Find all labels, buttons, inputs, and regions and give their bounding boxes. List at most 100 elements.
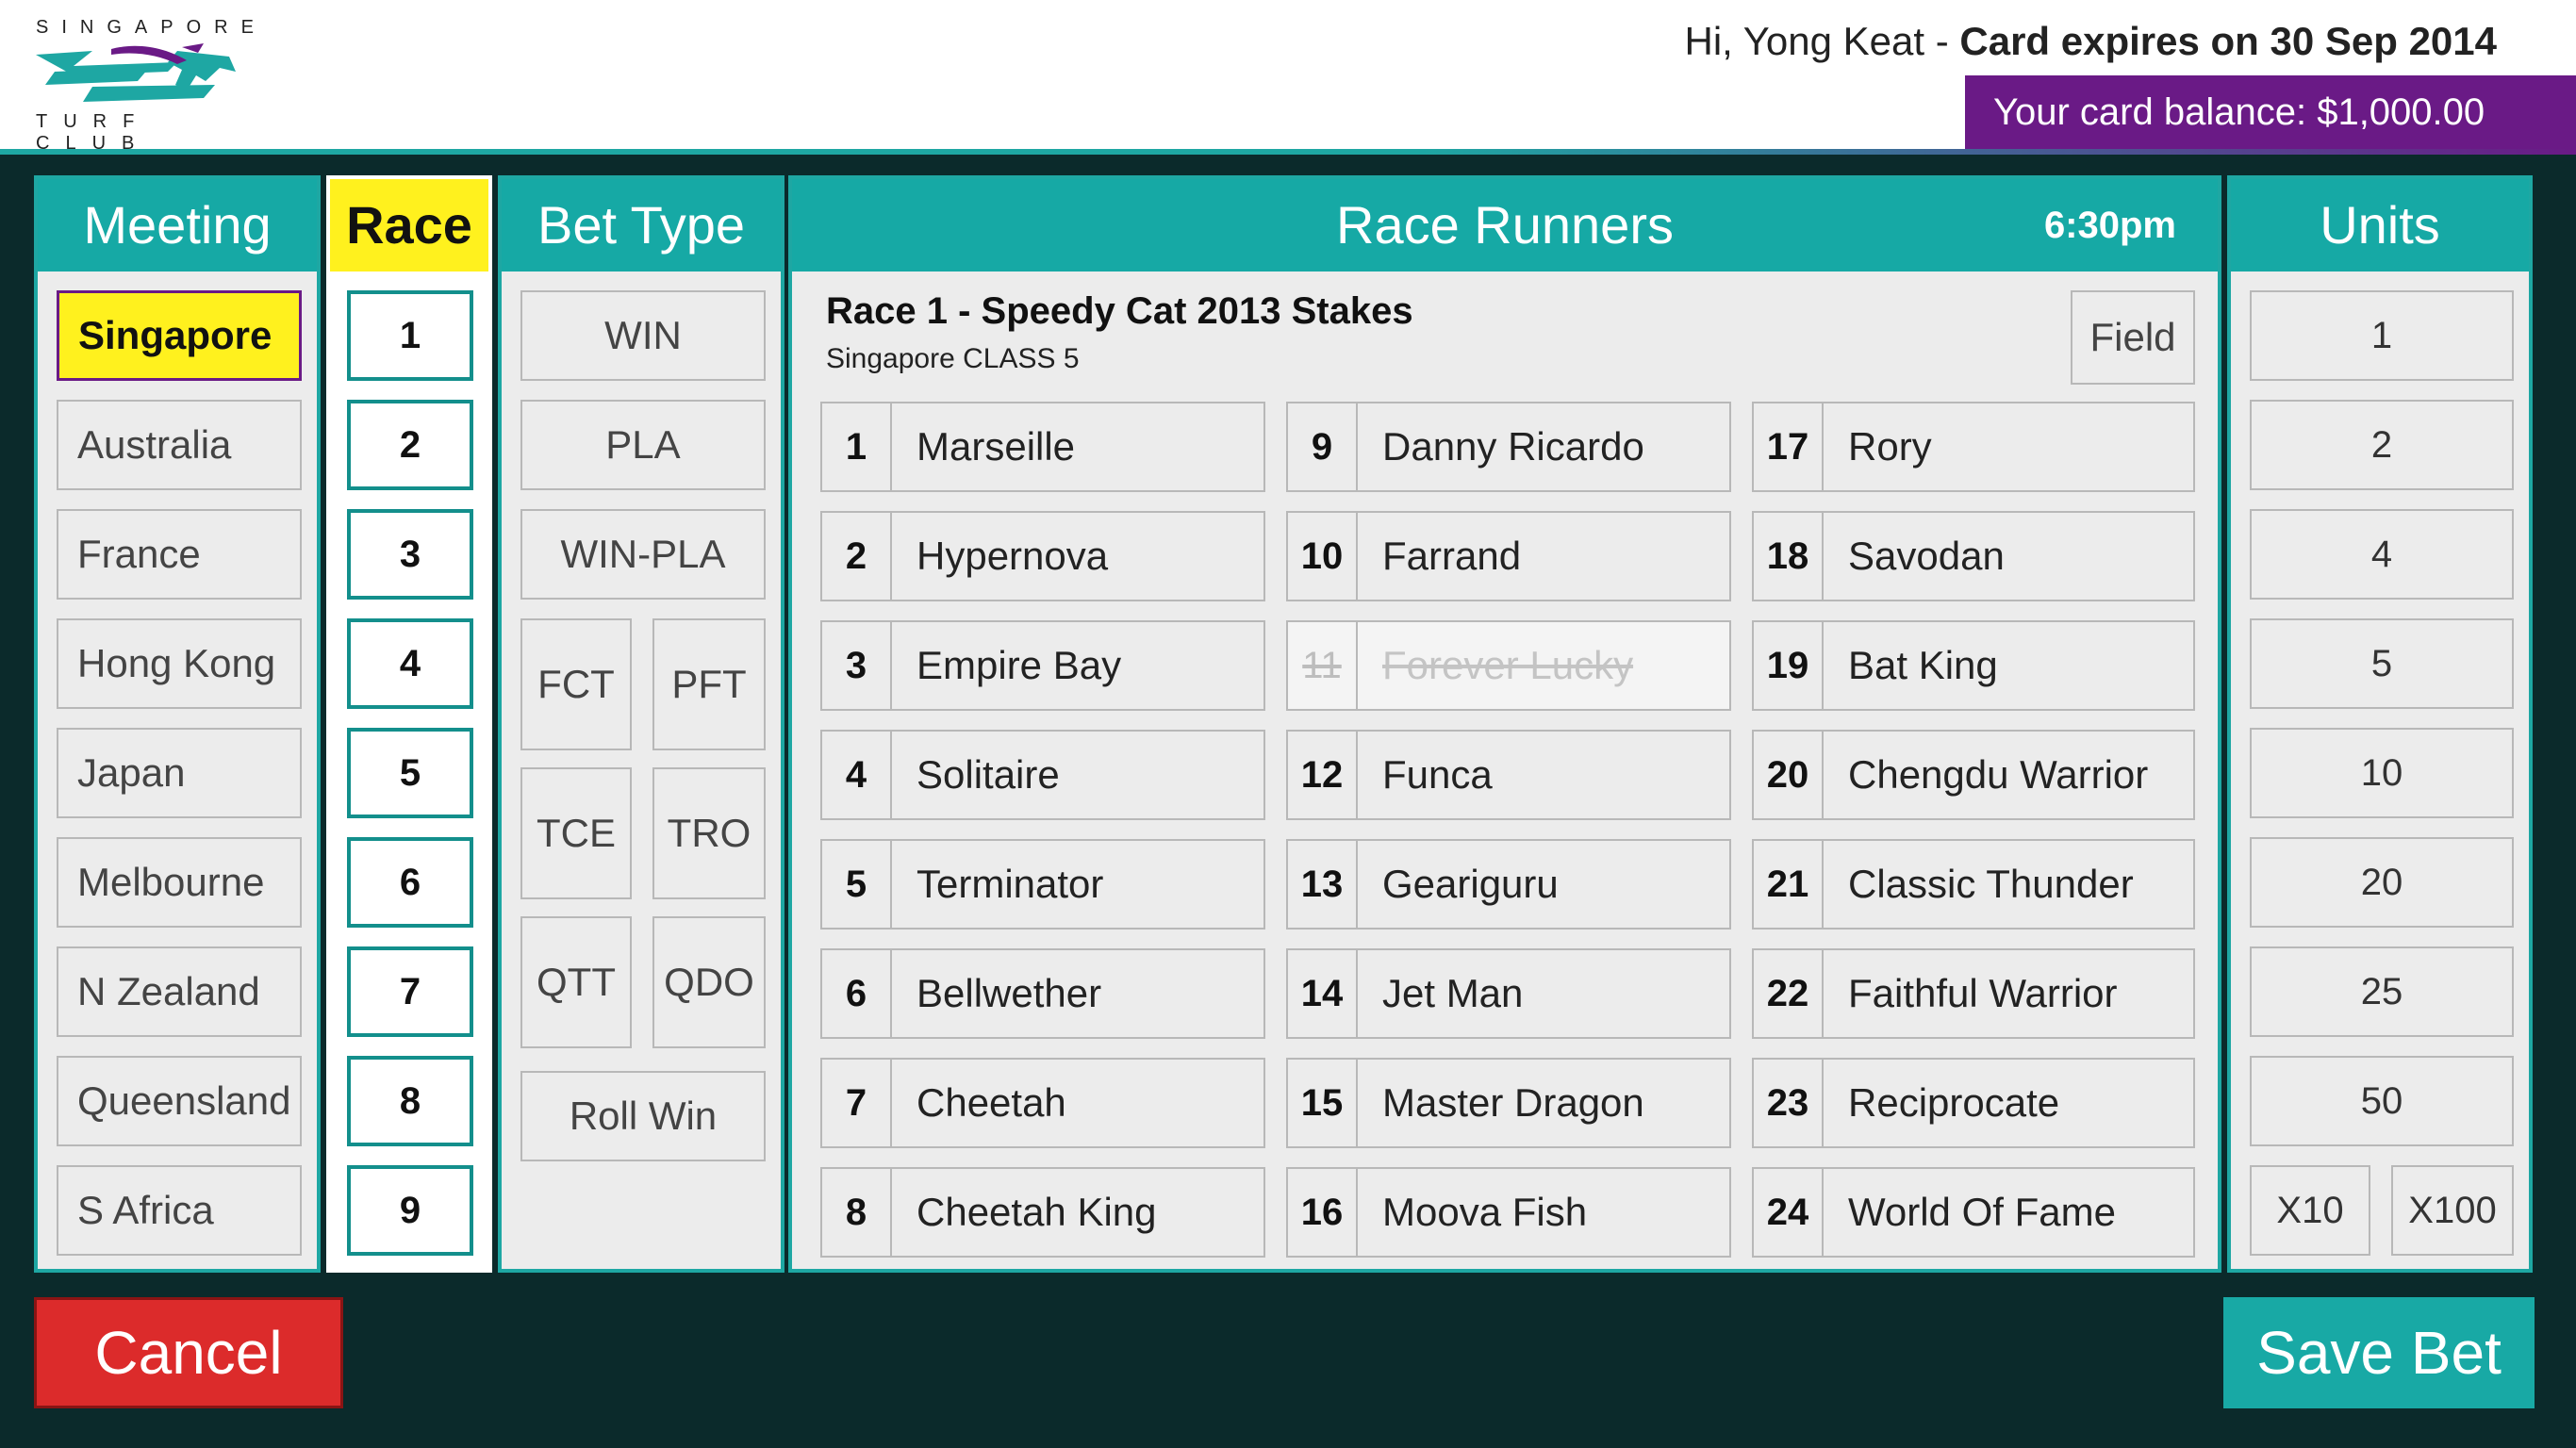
runner-number: 13: [1288, 841, 1358, 928]
runner-number: 2: [822, 513, 892, 600]
bet-tro-button[interactable]: TRO: [652, 767, 766, 899]
bet-win-pla-button[interactable]: WIN-PLA: [520, 509, 766, 600]
bet-win-button[interactable]: WIN: [520, 290, 766, 381]
bet-fct-button[interactable]: FCT: [520, 618, 632, 750]
race-panel: Race 1 2 3 4 5 6 7 8 9: [326, 175, 492, 1273]
runner-number: 1: [822, 403, 892, 490]
runner-8[interactable]: 8 Cheetah King: [820, 1167, 1265, 1258]
runner-name: Rory: [1848, 424, 1932, 469]
unit-50-button[interactable]: 50: [2250, 1056, 2514, 1146]
bet-roll-win-button[interactable]: Roll Win: [520, 1071, 766, 1161]
runner-20[interactable]: 20 Chengdu Warrior: [1752, 730, 2195, 820]
runner-11-scratched: 11 Forever Lucky: [1286, 620, 1731, 711]
runner-24[interactable]: 24 World Of Fame: [1752, 1167, 2195, 1258]
runner-13[interactable]: 13 Geariguru: [1286, 839, 1731, 930]
runner-number: 17: [1754, 403, 1824, 490]
runner-name: Jet Man: [1382, 971, 1524, 1015]
runner-16[interactable]: 16 Moova Fish: [1286, 1167, 1731, 1258]
bet-qdo-button[interactable]: QDO: [652, 916, 766, 1048]
unit-25-button[interactable]: 25: [2250, 946, 2514, 1037]
logo-top-text: SINGAPORE: [36, 17, 267, 38]
meeting-n-zealand[interactable]: N Zealand: [57, 946, 302, 1037]
meeting-s-africa[interactable]: S Africa: [57, 1165, 302, 1256]
runner-10[interactable]: 10 Farrand: [1286, 511, 1731, 601]
runner-5[interactable]: 5 Terminator: [820, 839, 1265, 930]
runner-14[interactable]: 14 Jet Man: [1286, 948, 1731, 1039]
units-heading: Units: [2231, 179, 2529, 272]
runner-number: 20: [1754, 732, 1824, 818]
runner-22[interactable]: 22 Faithful Warrior: [1752, 948, 2195, 1039]
meeting-panel: Meeting Singapore Australia France Hong …: [34, 175, 321, 1273]
runner-name: Bat King: [1848, 643, 1998, 687]
meeting-hong-kong[interactable]: Hong Kong: [57, 618, 302, 709]
unit-x100-button[interactable]: X100: [2391, 1165, 2514, 1256]
meeting-queensland[interactable]: Queensland: [57, 1056, 302, 1146]
race-6-button[interactable]: 6: [347, 837, 473, 928]
race-2-button[interactable]: 2: [347, 400, 473, 490]
race-heading: Race: [330, 179, 488, 272]
header-divider: [0, 149, 2576, 155]
bet-type-panel: Bet Type WIN PLA WIN-PLA FCT PFT TCE TRO…: [498, 175, 784, 1273]
card-expiry: Card expires on 30 Sep 2014: [1959, 19, 2497, 63]
bet-pla-button[interactable]: PLA: [520, 400, 766, 490]
runner-12[interactable]: 12 Funca: [1286, 730, 1731, 820]
singapore-turf-club-logo: SINGAPORE TURF CLUB: [36, 17, 267, 154]
runner-3[interactable]: 3 Empire Bay: [820, 620, 1265, 711]
runner-19[interactable]: 19 Bat King: [1752, 620, 2195, 711]
runner-name: Solitaire: [916, 752, 1060, 797]
meeting-japan[interactable]: Japan: [57, 728, 302, 818]
unit-2-button[interactable]: 2: [2250, 400, 2514, 490]
race-5-button[interactable]: 5: [347, 728, 473, 818]
runner-name: Forever Lucky: [1382, 643, 1634, 687]
unit-10-button[interactable]: 10: [2250, 728, 2514, 818]
runner-name: Geariguru: [1382, 862, 1559, 906]
runner-2[interactable]: 2 Hypernova: [820, 511, 1265, 601]
runner-name: Bellwether: [916, 971, 1102, 1015]
meeting-melbourne[interactable]: Melbourne: [57, 837, 302, 928]
unit-20-button[interactable]: 20: [2250, 837, 2514, 928]
runner-name: Empire Bay: [916, 643, 1122, 687]
runner-9[interactable]: 9 Danny Ricardo: [1286, 402, 1731, 492]
runner-number: 18: [1754, 513, 1824, 600]
runner-number: 23: [1754, 1060, 1824, 1146]
runner-number: 7: [822, 1060, 892, 1146]
meeting-singapore[interactable]: Singapore: [57, 290, 302, 381]
field-button[interactable]: Field: [2071, 290, 2195, 385]
runner-name: Cheetah King: [916, 1190, 1157, 1234]
unit-5-button[interactable]: 5: [2250, 618, 2514, 709]
runner-1[interactable]: 1 Marseille: [820, 402, 1265, 492]
runner-name: Chengdu Warrior: [1848, 752, 2149, 797]
unit-x10-button[interactable]: X10: [2250, 1165, 2370, 1256]
runner-7[interactable]: 7 Cheetah: [820, 1058, 1265, 1148]
race-8-button[interactable]: 8: [347, 1056, 473, 1146]
runner-number: 15: [1288, 1060, 1358, 1146]
cancel-button[interactable]: Cancel: [34, 1297, 343, 1408]
runner-name: Savodan: [1848, 534, 2005, 578]
race-4-button[interactable]: 4: [347, 618, 473, 709]
unit-4-button[interactable]: 4: [2250, 509, 2514, 600]
runner-17[interactable]: 17 Rory: [1752, 402, 2195, 492]
race-7-button[interactable]: 7: [347, 946, 473, 1037]
runner-number: 12: [1288, 732, 1358, 818]
bet-pft-button[interactable]: PFT: [652, 618, 766, 750]
race-1-button[interactable]: 1: [347, 290, 473, 381]
runner-21[interactable]: 21 Classic Thunder: [1752, 839, 2195, 930]
race-9-button[interactable]: 9: [347, 1165, 473, 1256]
save-bet-button[interactable]: Save Bet: [2223, 1297, 2535, 1408]
runner-number: 5: [822, 841, 892, 928]
runner-6[interactable]: 6 Bellwether: [820, 948, 1265, 1039]
race-runners-heading: Race Runners 6:30pm: [792, 179, 2218, 272]
meeting-france[interactable]: France: [57, 509, 302, 600]
bet-qtt-button[interactable]: QTT: [520, 916, 632, 1048]
runner-23[interactable]: 23 Reciprocate: [1752, 1058, 2195, 1148]
runner-number: 24: [1754, 1169, 1824, 1256]
runner-name: Reciprocate: [1848, 1080, 2060, 1125]
meeting-australia[interactable]: Australia: [57, 400, 302, 490]
runner-number: 11: [1288, 622, 1358, 709]
runner-18[interactable]: 18 Savodan: [1752, 511, 2195, 601]
runner-4[interactable]: 4 Solitaire: [820, 730, 1265, 820]
runner-15[interactable]: 15 Master Dragon: [1286, 1058, 1731, 1148]
unit-1-button[interactable]: 1: [2250, 290, 2514, 381]
bet-tce-button[interactable]: TCE: [520, 767, 632, 899]
race-3-button[interactable]: 3: [347, 509, 473, 600]
